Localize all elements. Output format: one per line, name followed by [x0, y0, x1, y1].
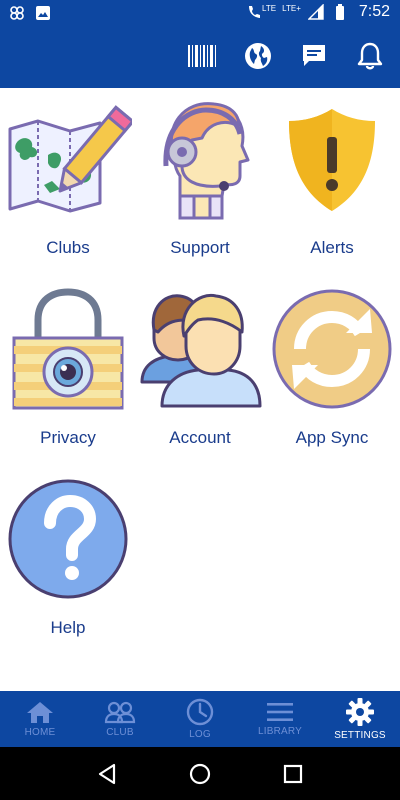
bottom-nav: HOME CLUB LOG LIBRARY SETTINGS — [0, 691, 400, 747]
headset-agent-icon — [136, 94, 264, 224]
chat-icon[interactable] — [298, 40, 330, 72]
sync-icon — [268, 284, 396, 414]
group-icon — [104, 701, 136, 724]
nav-label: LOG — [189, 729, 211, 740]
nav-label: CLUB — [106, 727, 134, 738]
gear-icon — [346, 698, 374, 726]
bell-icon[interactable] — [354, 40, 386, 72]
tile-label: Help — [50, 618, 86, 637]
nav-library[interactable]: LIBRARY — [240, 691, 320, 747]
tile-clubs[interactable]: Clubs — [2, 88, 134, 268]
question-icon — [4, 474, 132, 604]
system-nav-bar — [0, 747, 400, 800]
tile-label: Account — [169, 428, 231, 447]
back-icon[interactable] — [87, 754, 127, 794]
network-label-2: LTE+ — [282, 3, 301, 13]
nav-log[interactable]: LOG — [160, 691, 240, 747]
tile-label: Privacy — [40, 428, 96, 447]
list-icon — [267, 703, 293, 721]
barcode-icon[interactable] — [186, 40, 218, 72]
warning-shield-icon — [268, 94, 396, 224]
tile-label: Clubs — [46, 238, 90, 257]
map-pencil-icon — [4, 94, 132, 224]
tile-account[interactable]: Account — [134, 278, 266, 458]
tile-label: Support — [170, 238, 230, 257]
tile-privacy[interactable]: Privacy — [2, 278, 134, 458]
status-bar: LTE LTE+ 7:52 — [0, 0, 400, 26]
nav-home[interactable]: HOME — [0, 691, 80, 747]
tile-help[interactable]: Help — [2, 468, 134, 648]
tile-label: App Sync — [295, 428, 369, 447]
status-time: 7:52 — [358, 3, 390, 20]
app-bar — [0, 26, 400, 88]
network-label-1: LTE — [262, 3, 277, 13]
signal-icon — [307, 3, 325, 21]
globe-icon[interactable] — [242, 40, 274, 72]
home-circle-icon[interactable] — [180, 754, 220, 794]
users-icon — [136, 284, 264, 414]
tile-alerts[interactable]: Alerts — [266, 88, 398, 268]
app-notification-icon — [8, 4, 26, 22]
nav-label: LIBRARY — [257, 726, 302, 737]
image-notification-icon — [34, 4, 52, 22]
padlock-eye-icon — [4, 284, 132, 414]
tile-support[interactable]: Support — [134, 88, 266, 268]
nav-settings[interactable]: SETTINGS — [320, 691, 400, 747]
nav-label: HOME — [24, 727, 56, 738]
tile-app-sync[interactable]: App Sync — [266, 278, 398, 458]
battery-icon — [331, 3, 349, 21]
home-icon — [27, 702, 53, 723]
tile-label: Alerts — [310, 238, 354, 257]
nav-label: SETTINGS — [334, 730, 386, 741]
nav-club[interactable]: CLUB — [80, 691, 160, 747]
clock-icon — [186, 698, 214, 726]
recents-icon[interactable] — [273, 754, 313, 794]
